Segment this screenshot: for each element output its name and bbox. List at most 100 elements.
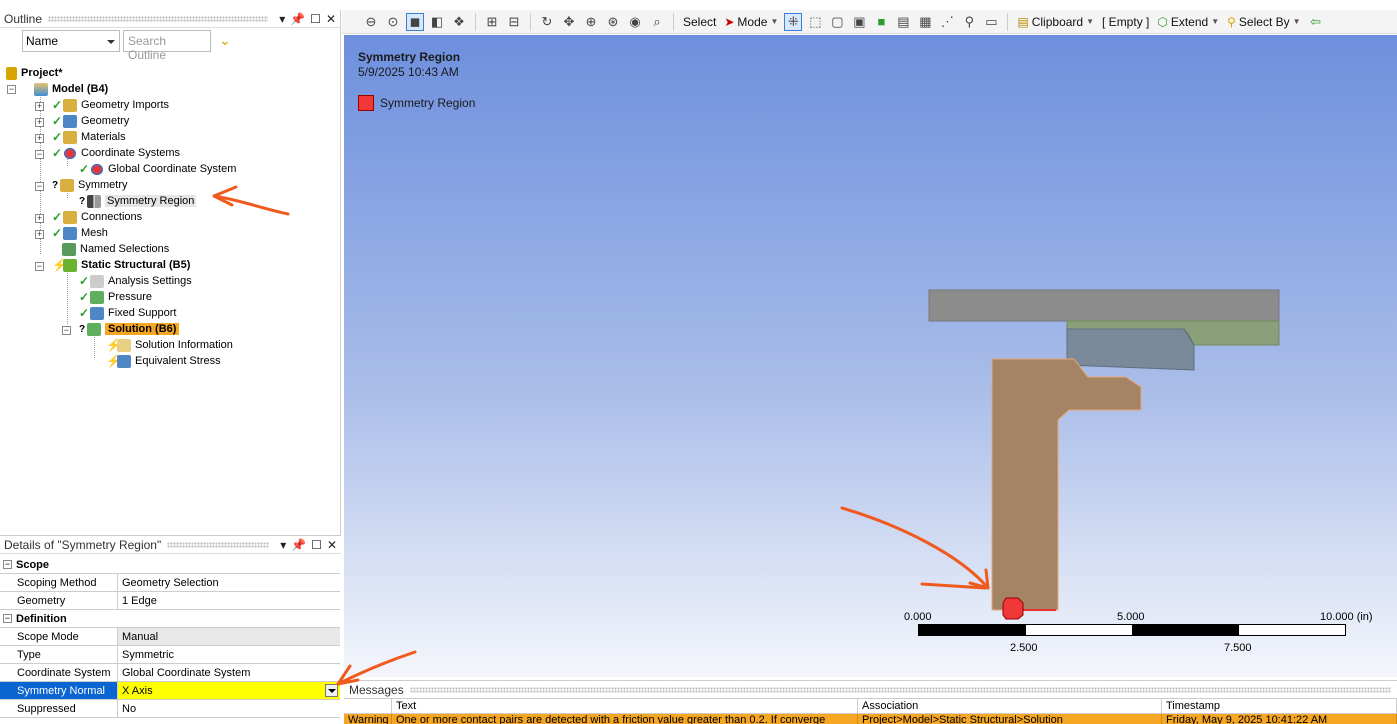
maximize-icon[interactable]: ☐ <box>311 538 322 552</box>
tree-item-geometry-imports[interactable]: ✓ Geometry Imports <box>52 97 169 113</box>
box-zoom-icon[interactable]: ⊛ <box>604 13 622 31</box>
model-geometry[interactable] <box>344 35 1397 677</box>
extend-button[interactable]: ⬡ Extend ▼ <box>1155 15 1221 29</box>
expand-icon[interactable]: + <box>35 134 44 143</box>
select-label-icon[interactable]: ▭ <box>982 13 1000 31</box>
column-header[interactable]: Timestamp <box>1162 699 1397 713</box>
rotate-icon[interactable]: ↻ <box>538 13 556 31</box>
tree-item-symmetry-region[interactable]: ? Symmetry Region <box>79 193 197 209</box>
maximize-icon[interactable]: ☐ <box>310 12 321 26</box>
column-header[interactable]: Association <box>858 699 1162 713</box>
section-scope[interactable]: − Scope <box>0 556 340 574</box>
expand-icon[interactable]: + <box>35 102 44 111</box>
tree-item-named-selections[interactable]: Named Selections <box>62 241 169 257</box>
magnifier-icon[interactable]: ⌕ <box>648 13 666 31</box>
tree-item-solution[interactable]: ? Solution (B6) <box>79 321 180 337</box>
collapse-icon[interactable]: − <box>3 560 12 569</box>
select-mesh-icon[interactable]: ▦ <box>916 13 934 31</box>
zoom-out-icon[interactable]: ⊖ <box>362 13 380 31</box>
zoom-icon[interactable]: ⊕ <box>582 13 600 31</box>
select-vertex-icon[interactable]: ⁜ <box>784 12 803 31</box>
display-style-icon[interactable]: ❖ <box>450 13 468 31</box>
panel-menu-icon[interactable]: ▾ <box>280 538 286 552</box>
detail-value[interactable]: Symmetric <box>118 646 340 663</box>
symmetry-marker-icon <box>1002 597 1024 620</box>
tree-item-analysis-settings[interactable]: ✓ Analysis Settings <box>79 273 192 289</box>
tree-item-global-coordinate-system[interactable]: ✓ Global Coordinate System <box>79 161 236 177</box>
column-header[interactable]: Text <box>392 699 858 713</box>
collapse-icon[interactable]: − <box>62 326 71 335</box>
tree-item-project[interactable]: Project* <box>6 65 63 81</box>
details-panel: Details of "Symmetry Region" ▾ 📌 ☐ ✕ − Sc… <box>0 535 341 721</box>
detail-row[interactable]: Suppressed No <box>0 700 340 718</box>
select-face-icon[interactable]: ▢ <box>828 13 846 31</box>
tree-item-connections[interactable]: ✓ Connections <box>52 209 142 225</box>
tree-item-materials[interactable]: ✓ Materials <box>52 129 126 145</box>
select-body-icon[interactable]: ▣ <box>850 13 868 31</box>
detail-value[interactable]: Global Coordinate System <box>118 664 340 681</box>
collapse-icon[interactable]: − <box>35 262 44 271</box>
expand-icon[interactable]: + <box>35 214 44 223</box>
select-element-icon[interactable]: ■ <box>872 13 890 31</box>
detail-row[interactable]: Type Symmetric <box>0 646 340 664</box>
collapse-icon[interactable]: − <box>35 150 44 159</box>
detail-row-symmetry-normal[interactable]: Symmetry Normal X Axis <box>0 682 340 700</box>
detail-row[interactable]: Coordinate System Global Coordinate Syste… <box>0 664 340 682</box>
dropdown-arrow-icon[interactable] <box>325 684 338 697</box>
collapse-icon[interactable]: − <box>35 182 44 191</box>
show-vertices-icon[interactable]: ⊟ <box>505 13 523 31</box>
tree-item-model[interactable]: Model (B4) <box>34 81 108 97</box>
shaded-view-icon[interactable]: ◼ <box>406 12 424 31</box>
collapse-icon[interactable]: − <box>3 614 12 623</box>
column-header[interactable] <box>344 699 392 713</box>
tree-label: Named Selections <box>80 243 170 255</box>
pin-icon[interactable]: 📌 <box>291 538 306 552</box>
collapse-icon[interactable]: − <box>7 85 16 94</box>
tree-item-mesh[interactable]: ✓ Mesh <box>52 225 108 241</box>
filter-dropdown-icon[interactable]: ⌄ <box>214 30 236 52</box>
tree-item-pressure[interactable]: ✓ Pressure <box>79 289 152 305</box>
select-button[interactable]: Select <box>681 15 718 29</box>
select-xyz-icon[interactable]: ⋰ <box>938 13 956 31</box>
close-icon[interactable]: ✕ <box>326 12 336 26</box>
pin-icon[interactable]: 📌 <box>290 12 305 26</box>
graphics-viewport[interactable]: Symmetry Region 5/9/2025 10:43 AM Symmet… <box>344 35 1397 677</box>
clipboard-button[interactable]: ▤ Clipboard ▼ <box>1015 15 1096 29</box>
expand-icon[interactable]: + <box>35 118 44 127</box>
detail-value[interactable]: Manual <box>118 628 340 645</box>
tree-label: Solution Information <box>135 339 233 351</box>
section-definition[interactable]: − Definition <box>0 610 340 628</box>
mode-button[interactable]: ➤ Mode ▼ <box>722 15 780 29</box>
expand-icon[interactable]: + <box>35 230 44 239</box>
panel-menu-icon[interactable]: ▾ <box>279 12 285 26</box>
explode-icon[interactable]: ⊞ <box>483 13 501 31</box>
pan-icon[interactable]: ✥ <box>560 13 578 31</box>
select-edge-icon[interactable]: ⬚ <box>806 13 824 31</box>
tree-item-fixed-support[interactable]: ✓ Fixed Support <box>79 305 176 321</box>
close-icon[interactable]: ✕ <box>327 538 337 552</box>
symmetry-normal-select[interactable]: X Axis <box>118 682 340 699</box>
detail-row[interactable]: Scoping Method Geometry Selection <box>0 574 340 592</box>
tree-item-coordinate-systems[interactable]: ✓ Coordinate Systems <box>52 145 180 161</box>
select-node-icon[interactable]: ▤ <box>894 13 912 31</box>
tree-item-symmetry[interactable]: ? Symmetry <box>52 177 128 193</box>
wireframe-icon[interactable]: ◧ <box>428 13 446 31</box>
detail-value[interactable]: 1 Edge <box>118 592 340 609</box>
zoom-to-fit-icon[interactable]: ◉ <box>626 13 644 31</box>
tree-item-solution-information[interactable]: ⚡ Solution Information <box>106 337 233 353</box>
select-by-button[interactable]: ⚲ Select By ▼ <box>1225 15 1302 29</box>
tree-item-equivalent-stress[interactable]: ⚡ Equivalent Stress <box>106 353 221 369</box>
detail-row[interactable]: Scope Mode Manual <box>0 628 340 646</box>
select-point-icon[interactable]: ⚲ <box>960 13 978 31</box>
search-outline-input[interactable]: Search Outline <box>123 30 211 62</box>
detail-row[interactable]: Geometry 1 Edge <box>0 592 340 610</box>
detail-value[interactable]: No <box>118 700 340 717</box>
tree-item-static-structural[interactable]: ⚡ Static Structural (B5) <box>52 257 190 273</box>
detail-value[interactable]: Geometry Selection <box>118 574 340 591</box>
tree-item-geometry[interactable]: ✓ Geometry <box>52 113 129 129</box>
filter-type-select[interactable]: Name <box>22 30 120 52</box>
zoom-fit-icon[interactable]: ⊙ <box>384 13 402 31</box>
message-row[interactable]: Warning One or more contact pairs are de… <box>344 714 1397 724</box>
convert-icon[interactable]: ⇦ <box>1307 13 1325 31</box>
clipboard-label: Clipboard <box>1031 14 1084 29</box>
